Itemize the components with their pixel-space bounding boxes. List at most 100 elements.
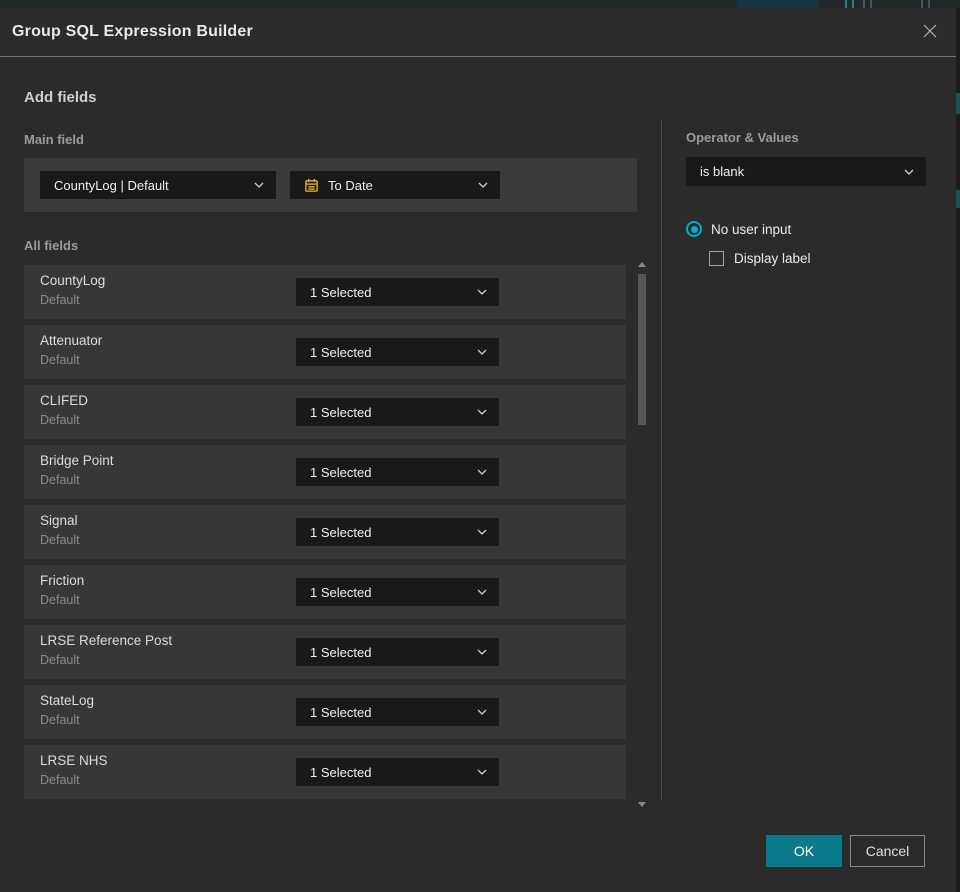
dropdown-value: 1 Selected (310, 644, 372, 660)
list-item-lrse-reference-post: LRSE Reference Post Default 1 Selected (24, 625, 626, 679)
field-type-dropdown-value: To Date (328, 177, 373, 193)
dropdown-value: 1 Selected (310, 284, 372, 300)
field-values-dropdown[interactable]: 1 Selected (296, 338, 499, 366)
field-values-dropdown[interactable]: 1 Selected (296, 458, 499, 486)
all-fields-label: All fields (24, 238, 79, 253)
operator-values-label: Operator & Values (686, 130, 799, 145)
background-fragment (956, 93, 960, 114)
no-user-input-label[interactable]: No user input (711, 222, 791, 237)
operator-dropdown[interactable]: is blank (686, 157, 926, 186)
chevron-down-icon (477, 409, 487, 415)
toolbar-button-edge (921, 0, 923, 8)
no-user-input-option: No user input (686, 221, 791, 237)
toolbar-button-edge (845, 0, 847, 8)
field-subtitle: Default (40, 473, 80, 487)
scroll-down-arrow-icon[interactable] (638, 802, 646, 807)
close-icon (922, 23, 938, 42)
field-name: CLIFED (40, 393, 89, 408)
checkbox-unchecked-icon[interactable] (709, 251, 724, 266)
background-right-edge (956, 8, 960, 892)
scroll-up-arrow-icon[interactable] (638, 262, 646, 267)
chevron-down-icon (477, 289, 487, 295)
toolbar-button-edge (928, 0, 930, 8)
field-name: LRSE Reference Post (40, 633, 173, 648)
field-name: Attenuator (40, 333, 103, 348)
field-values-dropdown[interactable]: 1 Selected (296, 578, 499, 606)
close-button[interactable] (920, 22, 940, 42)
live-view-button[interactable]: Live view (737, 0, 819, 8)
list-item-attenuator: Attenuator Default 1 Selected (24, 325, 626, 379)
dialog-group-sql-expression-builder: Group SQL Expression Builder Add fields … (0, 8, 956, 892)
main-field-dropdown-value: CountyLog | Default (54, 177, 169, 193)
toolbar-button-edge (852, 0, 854, 8)
field-values-dropdown[interactable]: 1 Selected (296, 698, 499, 726)
list-scrollbar[interactable] (637, 262, 648, 807)
dialog-header: Group SQL Expression Builder (0, 8, 956, 56)
scrollbar-thumb[interactable] (638, 274, 646, 425)
field-subtitle: Default (40, 653, 80, 667)
section-title-add-fields: Add fields (24, 89, 97, 106)
list-item-friction: Friction Default 1 Selected (24, 565, 626, 619)
background-toolbar: Live view (0, 0, 960, 8)
panel-divider (661, 120, 662, 800)
field-name: CountyLog (40, 273, 106, 288)
field-name: LRSE NHS (40, 753, 108, 768)
radio-selected-icon[interactable] (686, 221, 702, 237)
list-item-statelog: StateLog Default 1 Selected (24, 685, 626, 739)
list-item-bridge-point: Bridge Point Default 1 Selected (24, 445, 626, 499)
live-view-label: Live view (758, 0, 803, 3)
all-fields-list: CountyLog Default 1 Selected Attenuator … (24, 265, 626, 805)
list-item-clifed: CLIFED Default 1 Selected (24, 385, 626, 439)
dialog-title: Group SQL Expression Builder (12, 23, 253, 40)
dropdown-value: 1 Selected (310, 344, 372, 360)
chevron-down-icon (478, 182, 488, 188)
field-subtitle: Default (40, 593, 80, 607)
dropdown-value: 1 Selected (310, 764, 372, 780)
display-label-label[interactable]: Display label (734, 251, 811, 266)
toolbar-button-edge (870, 0, 872, 8)
list-item-countylog: CountyLog Default 1 Selected (24, 265, 626, 319)
header-divider (0, 56, 956, 57)
list-item-signal: Signal Default 1 Selected (24, 505, 626, 559)
field-subtitle: Default (40, 353, 80, 367)
field-subtitle: Default (40, 533, 80, 547)
field-values-dropdown[interactable]: 1 Selected (296, 758, 499, 786)
chevron-down-icon (477, 709, 487, 715)
field-subtitle: Default (40, 773, 80, 787)
main-field-row: CountyLog | Default To Date (24, 158, 637, 212)
field-name: Signal (40, 513, 78, 528)
toolbar-button-edge (863, 0, 865, 8)
chevron-down-icon (477, 349, 487, 355)
chevron-down-icon (477, 649, 487, 655)
main-field-label: Main field (24, 132, 84, 147)
screen: Live view Group SQL Expression Builder (0, 0, 960, 892)
field-subtitle: Default (40, 413, 80, 427)
field-name: StateLog (40, 693, 95, 708)
ok-button[interactable]: OK (766, 835, 842, 867)
field-subtitle: Default (40, 293, 80, 307)
field-values-dropdown[interactable]: 1 Selected (296, 638, 499, 666)
chevron-down-icon (477, 469, 487, 475)
field-values-dropdown[interactable]: 1 Selected (296, 518, 499, 546)
list-item-lrse-nhs: LRSE NHS Default 1 Selected (24, 745, 626, 799)
chevron-down-icon (477, 589, 487, 595)
dropdown-value: 1 Selected (310, 704, 372, 720)
chevron-down-icon (254, 182, 264, 188)
cancel-button[interactable]: Cancel (850, 835, 925, 867)
field-subtitle: Default (40, 713, 80, 727)
field-type-dropdown[interactable]: To Date (290, 171, 500, 199)
field-name: Friction (40, 573, 85, 588)
operator-dropdown-value: is blank (700, 164, 745, 179)
dropdown-value: 1 Selected (310, 524, 372, 540)
field-values-dropdown[interactable]: 1 Selected (296, 278, 499, 306)
dropdown-value: 1 Selected (310, 404, 372, 420)
background-fragment (956, 190, 960, 208)
chevron-down-icon (477, 529, 487, 535)
dropdown-value: 1 Selected (310, 584, 372, 600)
field-name: Bridge Point (40, 453, 114, 468)
field-values-dropdown[interactable]: 1 Selected (296, 398, 499, 426)
chevron-down-icon (477, 769, 487, 775)
main-field-dropdown[interactable]: CountyLog | Default (40, 171, 276, 199)
chevron-down-icon (904, 169, 914, 175)
display-label-option: Display label (709, 251, 811, 266)
